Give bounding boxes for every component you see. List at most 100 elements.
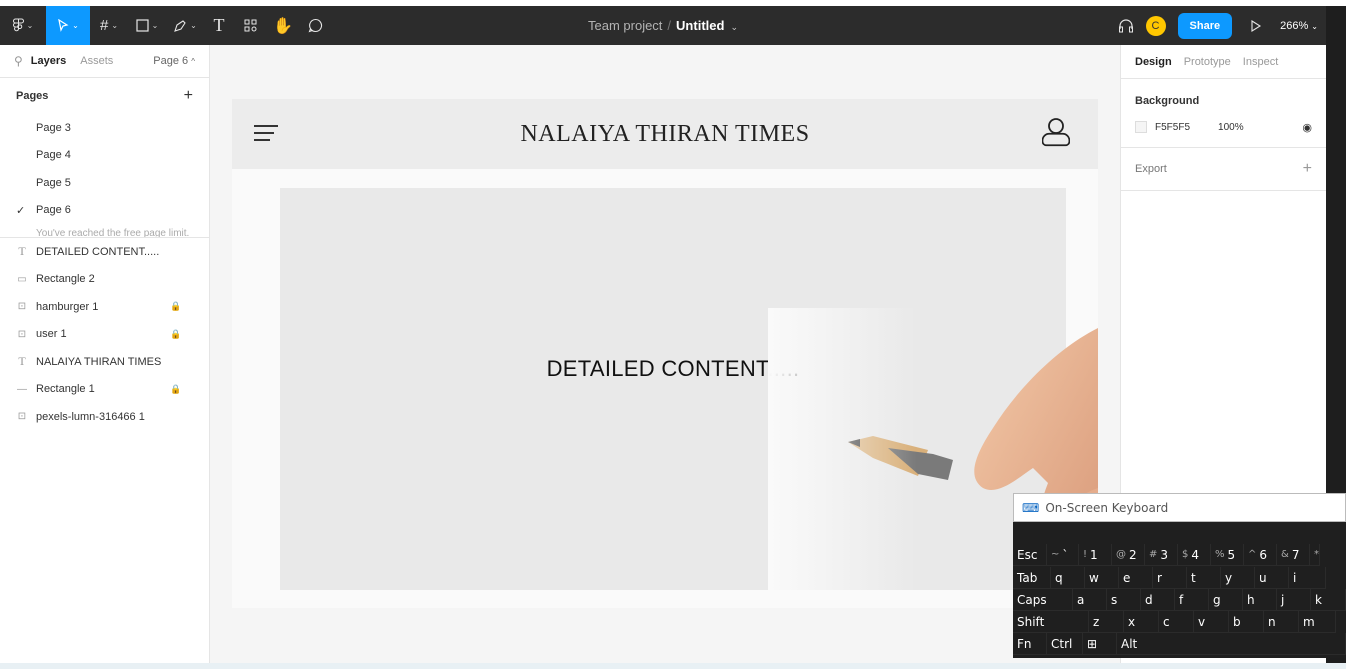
tab-design[interactable]: Design [1135, 56, 1172, 68]
page-selector[interactable]: Page 6 ^ [153, 55, 195, 67]
add-export-icon[interactable]: + [1303, 160, 1312, 178]
layer-item-label: NALAIYA THIRAN TIMES [36, 355, 162, 368]
layer-item[interactable]: T NALAIYA THIRAN TIMES [0, 348, 209, 376]
osk-key[interactable]: k [1311, 589, 1346, 611]
layer-item[interactable]: ⊡ pexels-lumn-316466 1 [0, 403, 209, 431]
osk-key[interactable]: v [1194, 611, 1229, 633]
osk-key[interactable]: i [1289, 567, 1326, 589]
osk-key[interactable]: e [1119, 567, 1153, 589]
layer-item[interactable]: ⊡ user 1 🔒 [0, 321, 209, 349]
osk-key[interactable]: h [1243, 589, 1277, 611]
tab-inspect[interactable]: Inspect [1243, 56, 1278, 68]
lock-icon[interactable]: 🔒 [170, 301, 181, 312]
windows-icon: ⊞ [1087, 636, 1098, 651]
osk-key-label: Fn [1017, 636, 1032, 651]
osk-key[interactable]: s [1107, 589, 1141, 611]
osk-key[interactable]: t [1187, 567, 1221, 589]
osk-key[interactable]: m [1299, 611, 1336, 633]
lock-icon[interactable]: 🔒 [170, 384, 181, 395]
canvas[interactable]: NALAIYA THIRAN TIMES DETAILED CONTENT...… [210, 45, 1120, 663]
osk-key[interactable]: x [1124, 611, 1159, 633]
osk-key[interactable]: Alt [1117, 633, 1346, 655]
osk-key-label: Alt [1121, 636, 1138, 651]
osk-key[interactable]: a [1073, 589, 1107, 611]
taskbar-strip [0, 663, 1346, 669]
osk-key[interactable]: y [1221, 567, 1255, 589]
user-icon[interactable] [1042, 117, 1070, 149]
site-header[interactable]: NALAIYA THIRAN TIMES [232, 99, 1098, 169]
osk-key[interactable]: % 5 [1211, 544, 1244, 566]
page-item[interactable]: ✓ Page 6 [0, 197, 209, 225]
osk-key[interactable]: u [1255, 567, 1289, 589]
share-button[interactable]: Share [1177, 12, 1233, 39]
layer-item[interactable]: — Rectangle 1 🔒 [0, 376, 209, 404]
osk-key-label: d [1145, 592, 1153, 607]
hand-tool-button[interactable]: ✋ [266, 6, 300, 45]
layer-item[interactable]: ▭ Rectangle 2 [0, 266, 209, 294]
headphones-icon[interactable] [1118, 18, 1134, 33]
page-item[interactable]: Page 5 [0, 169, 209, 197]
background-opacity-input[interactable]: 100% [1218, 122, 1244, 133]
osk-key[interactable]: Shift [1013, 611, 1089, 633]
osk-key[interactable]: Ctrl [1047, 633, 1083, 655]
page-item[interactable]: Page 3 [0, 114, 209, 142]
frame-tool-button[interactable]: # ⌄ [90, 6, 128, 45]
lock-icon[interactable]: 🔒 [170, 329, 181, 340]
osk-key[interactable]: b [1229, 611, 1264, 633]
layer-item[interactable]: ⊡ hamburger 1 🔒 [0, 293, 209, 321]
color-swatch[interactable] [1135, 121, 1147, 133]
chevron-down-icon[interactable]: ⌄ [730, 22, 738, 32]
osk-key[interactable]: & 7 [1277, 544, 1310, 566]
osk-key[interactable]: c [1159, 611, 1194, 633]
osk-key[interactable]: Esc [1013, 544, 1047, 566]
main-menu-button[interactable]: ⌄ [0, 6, 46, 45]
osk-key-label: n [1268, 614, 1276, 629]
tab-prototype[interactable]: Prototype [1184, 56, 1231, 68]
site-title[interactable]: NALAIYA THIRAN TIMES [232, 121, 1098, 148]
osk-titlebar[interactable]: ⌨ On-Screen Keyboard [1013, 493, 1346, 522]
osk-key-label: 1 [1090, 547, 1098, 562]
osk-key-label: v [1198, 614, 1206, 629]
osk-key[interactable]: z [1089, 611, 1124, 633]
resources-button[interactable] [234, 6, 266, 45]
tab-assets[interactable]: Assets [80, 55, 113, 67]
move-tool-button[interactable]: ⌄ [46, 6, 90, 45]
osk-key[interactable]: $4 [1178, 544, 1211, 566]
comment-tool-button[interactable] [300, 6, 330, 45]
osk-key[interactable]: f [1175, 589, 1209, 611]
osk-key[interactable]: Tab [1013, 567, 1051, 589]
add-page-icon[interactable]: + [184, 87, 193, 105]
layer-item[interactable]: T DETAILED CONTENT..... [0, 238, 209, 266]
play-icon[interactable] [1250, 19, 1262, 32]
shape-tool-button[interactable]: ⌄ [128, 6, 166, 45]
osk-key[interactable]: #3 [1145, 544, 1178, 566]
osk-key[interactable]: r [1153, 567, 1187, 589]
osk-key[interactable]: q [1051, 567, 1085, 589]
page-item[interactable]: Page 4 [0, 142, 209, 170]
search-icon[interactable]: ⚲ [14, 54, 23, 68]
design-frame[interactable]: NALAIYA THIRAN TIMES DETAILED CONTENT...… [232, 99, 1098, 608]
osk-key[interactable]: ^ 6 [1244, 544, 1277, 566]
text-tool-button[interactable]: T [204, 6, 234, 45]
avatar[interactable]: C [1145, 15, 1166, 36]
osk-key-label: e [1123, 570, 1131, 585]
background-hex-input[interactable]: F5F5F5 [1155, 122, 1190, 133]
osk-key[interactable]: g [1209, 589, 1243, 611]
osk-key[interactable]: Fn [1013, 633, 1047, 655]
eye-icon[interactable]: ◉ [1302, 121, 1312, 134]
osk-key[interactable]: d [1141, 589, 1175, 611]
osk-key[interactable]: n [1264, 611, 1299, 633]
osk-key[interactable]: * [1310, 544, 1320, 566]
file-name[interactable]: Untitled [676, 18, 724, 33]
osk-key[interactable]: j [1277, 589, 1311, 611]
tab-layers[interactable]: Layers [31, 55, 66, 67]
osk-key[interactable]: ! 1 [1079, 544, 1112, 566]
osk-key[interactable]: Caps [1013, 589, 1073, 611]
osk-key[interactable]: @2 [1112, 544, 1145, 566]
team-name[interactable]: Team project [588, 18, 662, 33]
osk-key[interactable]: w [1085, 567, 1119, 589]
zoom-level[interactable]: 266% ⌄ [1280, 20, 1318, 32]
osk-key[interactable]: ⊞ [1083, 633, 1117, 655]
osk-key[interactable]: ~ ` [1047, 544, 1079, 566]
pen-tool-button[interactable]: ⌄ [166, 6, 204, 45]
